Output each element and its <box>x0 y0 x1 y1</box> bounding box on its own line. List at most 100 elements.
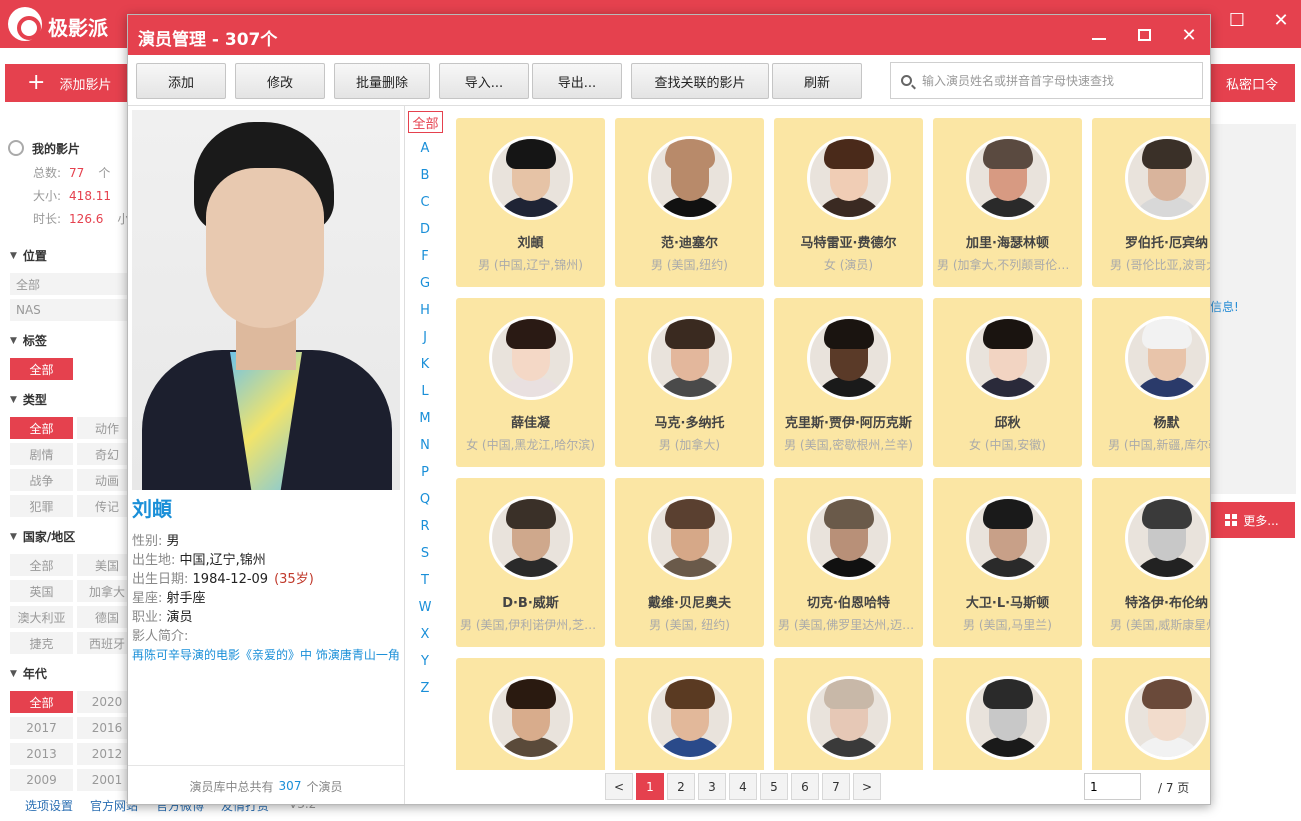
actor-card[interactable]: 加里·海瑟林顿男 (加拿大,不列颠哥伦比亚) <box>933 118 1082 287</box>
close-icon[interactable]: ✕ <box>1174 23 1204 47</box>
actor-card[interactable]: D·B·威斯男 (美国,伊利诺伊州,芝加哥) <box>456 478 605 647</box>
letter-filter[interactable]: L <box>407 384 443 399</box>
actor-card[interactable]: 克里斯·贾伊·阿历克斯男 (美国,密歇根州,兰辛) <box>774 298 923 467</box>
tag-all[interactable]: 全部 <box>10 358 73 380</box>
letter-filter[interactable]: F <box>407 249 443 264</box>
year-item[interactable]: 全部 <box>10 691 73 713</box>
maximize-icon[interactable] <box>1129 23 1159 47</box>
actor-card[interactable] <box>774 658 923 770</box>
private-password-button[interactable]: 私密口令 <box>1209 64 1295 102</box>
actor-card[interactable] <box>456 658 605 770</box>
actor-card-name: 范·迪塞尔 <box>661 236 718 251</box>
letter-filter[interactable]: D <box>407 222 443 237</box>
import-button[interactable]: 导入... <box>439 63 529 99</box>
year-item[interactable]: 2017 <box>10 717 73 739</box>
page-number-input[interactable] <box>1084 773 1141 800</box>
letter-filter[interactable]: H <box>407 303 443 318</box>
actor-card[interactable]: 马特雷亚·费德尔女 (演员) <box>774 118 923 287</box>
letter-filter[interactable]: K <box>407 357 443 372</box>
minimize-icon[interactable] <box>1084 23 1114 47</box>
letter-filter[interactable]: Q <box>407 492 443 507</box>
find-related-movies-button[interactable]: 查找关联的影片 <box>631 63 769 99</box>
app-maximize-icon[interactable]: ☐ <box>1222 10 1252 31</box>
search-input[interactable] <box>922 73 1192 88</box>
page-button[interactable]: 6 <box>791 773 819 800</box>
page-button[interactable]: 1 <box>636 773 664 800</box>
actor-birthplace: 出生地: 中国,辽宁,锦州 <box>132 553 266 568</box>
actor-card[interactable]: 杨默男 (中国,新疆,库尔勒) <box>1092 298 1210 467</box>
genre-item[interactable]: 战争 <box>10 469 73 491</box>
letter-filter[interactable]: W <box>407 600 443 615</box>
actor-avatar <box>966 496 1050 580</box>
actor-bio: 再陈可辛导演的电影《亲爱的》中 饰演唐青山一角 <box>132 648 400 662</box>
actor-zodiac: 星座: 射手座 <box>132 591 206 606</box>
letter-filter[interactable]: B <box>407 168 443 183</box>
actor-card[interactable]: 切克·伯恩哈特男 (美国,佛罗里达州,迈阿密) <box>774 478 923 647</box>
settings-link[interactable]: 选项设置 <box>25 797 73 814</box>
letter-filter[interactable]: T <box>407 573 443 588</box>
letter-filter[interactable]: R <box>407 519 443 534</box>
dialog-titlebar[interactable]: 演员管理 - 307个 ✕ <box>128 15 1210 55</box>
actor-card[interactable]: 戴维·贝尼奥夫男 (美国, 纽约) <box>615 478 764 647</box>
region-item[interactable]: 捷克 <box>10 632 73 654</box>
page-button[interactable]: 5 <box>760 773 788 800</box>
location-nas[interactable]: NAS <box>10 299 128 321</box>
refresh-button[interactable]: 刷新 <box>772 63 862 99</box>
tags-section-title[interactable]: ▼ 标签 <box>10 332 47 349</box>
actor-card[interactable] <box>1092 658 1210 770</box>
genre-item[interactable]: 全部 <box>10 417 73 439</box>
letter-filter[interactable]: S <box>407 546 443 561</box>
actor-card[interactable]: 范·迪塞尔男 (美国,纽约) <box>615 118 764 287</box>
search-box[interactable] <box>890 62 1203 99</box>
batch-delete-button[interactable]: 批量删除 <box>334 63 430 99</box>
letter-filter[interactable]: Z <box>407 681 443 696</box>
actor-card[interactable]: 特洛伊·布伦纳男 (美国,威斯康星州) <box>1092 478 1210 647</box>
search-icon <box>901 75 912 86</box>
letter-filter[interactable]: X <box>407 627 443 642</box>
letter-filter[interactable]: C <box>407 195 443 210</box>
letter-filter[interactable]: Y <box>407 654 443 669</box>
edit-actor-button[interactable]: 修改 <box>235 63 325 99</box>
genre-item[interactable]: 剧情 <box>10 443 73 465</box>
next-page-button[interactable]: > <box>853 773 881 800</box>
letter-filter[interactable]: G <box>407 276 443 291</box>
page-button[interactable]: 4 <box>729 773 757 800</box>
location-section-title[interactable]: ▼ 位置 <box>10 247 47 264</box>
add-movie-button[interactable]: + 添加影片 <box>5 64 129 102</box>
page-button[interactable]: 7 <box>822 773 850 800</box>
actor-card[interactable]: 邱秋女 (中国,安徽) <box>933 298 1082 467</box>
actor-card[interactable]: 大卫·L·马斯顿男 (美国,马里兰) <box>933 478 1082 647</box>
region-section-title[interactable]: ▼ 国家/地区 <box>10 528 75 545</box>
page-button[interactable]: 3 <box>698 773 726 800</box>
prev-page-button[interactable]: < <box>605 773 633 800</box>
actor-card[interactable]: 刘頔男 (中国,辽宁,锦州) <box>456 118 605 287</box>
page-total-label: / 7 页 <box>1158 781 1190 795</box>
letter-filter[interactable]: M <box>407 411 443 426</box>
location-all[interactable]: 全部 <box>10 273 128 295</box>
region-item[interactable]: 澳大利亚 <box>10 606 73 628</box>
actor-card-info: 男 (美国,威斯康星州) <box>1110 618 1210 632</box>
region-item[interactable]: 英国 <box>10 580 73 602</box>
actor-card[interactable] <box>615 658 764 770</box>
actor-card[interactable]: 罗伯托·厄宾纳男 (哥伦比亚,波哥大) <box>1092 118 1210 287</box>
letter-filter[interactable]: N <box>407 438 443 453</box>
year-section-title[interactable]: ▼ 年代 <box>10 665 47 682</box>
actor-management-dialog: 演员管理 - 307个 ✕ 添加 修改 批量删除 导入... 导出... 查找关… <box>127 14 1211 805</box>
letter-filter-all[interactable]: 全部 <box>408 111 443 133</box>
actor-card[interactable]: 马克·多纳托男 (加拿大) <box>615 298 764 467</box>
letter-filter[interactable]: A <box>407 141 443 156</box>
genre-section-title[interactable]: ▼ 类型 <box>10 391 47 408</box>
letter-filter[interactable]: J <box>407 330 443 345</box>
app-close-icon[interactable]: ✕ <box>1266 10 1296 31</box>
more-button[interactable]: 更多... <box>1209 502 1295 538</box>
letter-filter[interactable]: P <box>407 465 443 480</box>
actor-card[interactable]: 薛佳凝女 (中国,黑龙江,哈尔滨) <box>456 298 605 467</box>
page-button[interactable]: 2 <box>667 773 695 800</box>
region-item[interactable]: 全部 <box>10 554 73 576</box>
year-item[interactable]: 2013 <box>10 743 73 765</box>
export-button[interactable]: 导出... <box>532 63 622 99</box>
genre-item[interactable]: 犯罪 <box>10 495 73 517</box>
add-actor-button[interactable]: 添加 <box>136 63 226 99</box>
actor-card[interactable] <box>933 658 1082 770</box>
year-item[interactable]: 2009 <box>10 769 73 791</box>
